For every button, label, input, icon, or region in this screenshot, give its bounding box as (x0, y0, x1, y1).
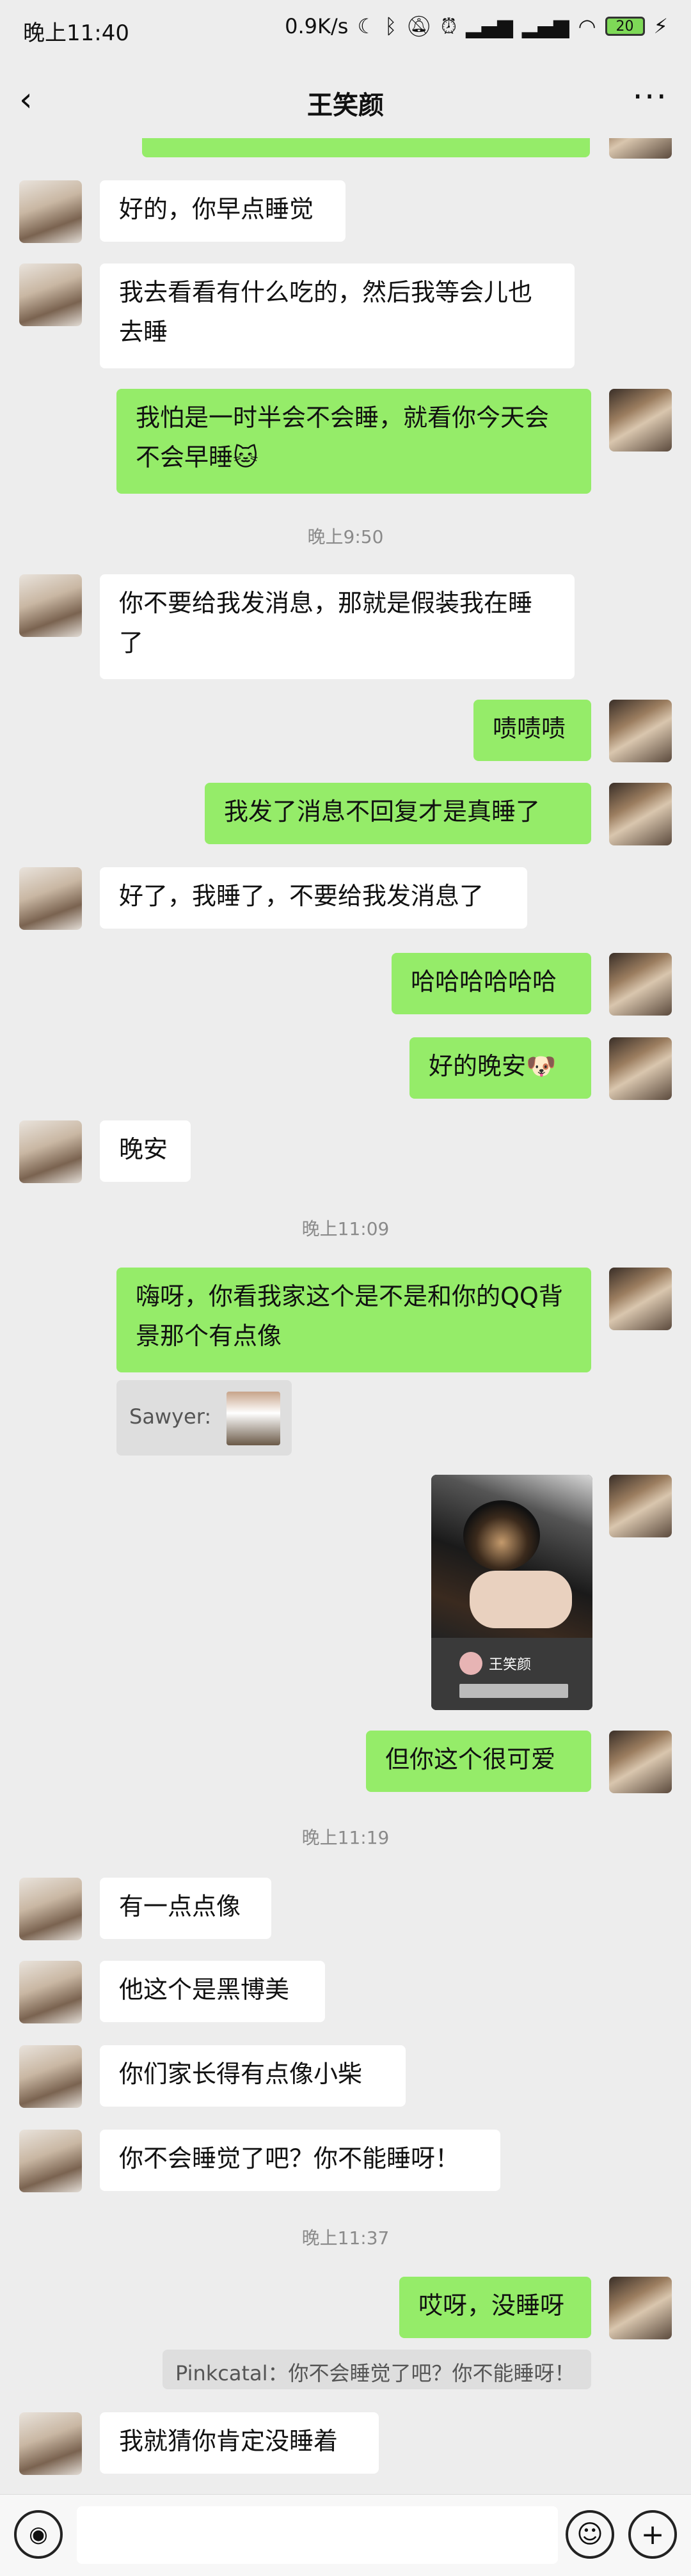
signal-icon: ▂▄▆ (521, 14, 569, 38)
message-bubble[interactable]: 好的，你早点睡觉 (100, 180, 346, 242)
message-bubble[interactable]: 嗨呀，你看我家这个是不是和你的QQ背景那个有点像 (116, 1268, 591, 1372)
avatar[interactable] (609, 700, 672, 762)
message-bubble[interactable]: 啧啧啧 (473, 700, 591, 761)
net-speed: 0.9K/s (285, 14, 349, 38)
avatar[interactable] (19, 2130, 82, 2192)
avatar[interactable] (609, 1475, 672, 1537)
message-bubble[interactable]: 晚安 (100, 1120, 191, 1182)
avatar[interactable] (19, 574, 82, 637)
bluetooth-icon: ᛒ (385, 14, 397, 38)
header-cover: ‹ 王笑颜 ··· (0, 61, 691, 138)
avatar[interactable] (609, 953, 672, 1016)
plus-icon[interactable]: + (628, 2510, 677, 2559)
caption-avatar (459, 1652, 482, 1675)
avatar[interactable] (609, 1731, 672, 1793)
avatar[interactable] (19, 263, 82, 326)
input-bar: ◉ ☺ + (0, 2494, 691, 2576)
message-bubble[interactable]: 哈哈哈哈哈哈 (392, 953, 591, 1014)
avatar[interactable] (609, 2277, 672, 2339)
timestamp: 晚上9:50 (307, 526, 384, 547)
status-bar: 晚上11:40 0.9K/s ☾ ᛒ 🔕︎ ⏰︎ ▂▄▆ ▂▄▆ ◠ 20 ⚡︎ (0, 0, 691, 61)
message-bubble[interactable]: 你不会睡觉了吧？你不能睡呀！ (100, 2130, 500, 2191)
message-bubble[interactable]: 但你这个很可爱 (366, 1731, 591, 1792)
avatar[interactable] (19, 180, 82, 243)
dog-shape (463, 1500, 540, 1571)
chat-title: 王笑颜 (307, 91, 384, 120)
message-input[interactable] (77, 2506, 558, 2564)
image-caption-area: 王笑颜 (431, 1638, 592, 1710)
avatar[interactable] (19, 1878, 82, 1940)
message-bubble[interactable]: 我发了消息不回复才是真睡了 (205, 783, 591, 844)
message-bubble[interactable]: 我就猜你肯定没睡着 (100, 2412, 379, 2474)
message-bubble[interactable]: 哎呀，没睡呀 (399, 2277, 591, 2338)
hand-shape (470, 1571, 572, 1628)
message-bubble[interactable]: 你们家长得有点像小柴 (100, 2045, 406, 2107)
timestamp: 晚上11:37 (301, 2227, 390, 2249)
message-bubble[interactable]: 他这个是黑博美 (100, 1961, 325, 2022)
quoted-text: Pinkcatal：你不会睡觉了吧？你不能睡呀！ (175, 2361, 575, 2385)
avatar[interactable] (609, 389, 672, 452)
voice-icon[interactable]: ◉ (14, 2510, 63, 2559)
avatar[interactable] (609, 1268, 672, 1330)
signal-icon: ▂▄▆ (465, 14, 513, 38)
shared-image[interactable]: 王笑颜 (431, 1475, 592, 1710)
caption-button (459, 1684, 568, 1698)
status-time: 晚上11:40 (23, 20, 129, 46)
message-bubble[interactable]: 我怕是一时半会不会睡，就看你今天会不会早睡🐱 (116, 389, 591, 494)
quoted-message[interactable]: Sawyer: (116, 1380, 292, 1456)
avatar[interactable] (19, 867, 82, 930)
timestamp: 晚上11:09 (301, 1218, 390, 1239)
message-bubble[interactable]: 好了，我睡了，不要给我发消息了 (100, 867, 527, 929)
avatar[interactable] (609, 1037, 672, 1100)
quoted-text: Sawyer: (129, 1404, 212, 1429)
more-icon[interactable]: ··· (632, 81, 668, 114)
avatar[interactable] (19, 1120, 82, 1183)
alarm-icon: ⏰︎ (440, 14, 457, 38)
charging-icon: ⚡︎ (653, 14, 668, 38)
quoted-image-thumbnail (226, 1392, 280, 1445)
mute-icon: 🔕︎ (406, 14, 432, 38)
message-bubble[interactable]: 你不要给我发消息，那就是假装我在睡了 (100, 574, 575, 679)
avatar[interactable] (19, 1961, 82, 2023)
battery-icon: 20 (605, 17, 645, 36)
avatar[interactable] (609, 783, 672, 845)
message-bubble[interactable]: 我去看看有什么吃的，然后我等会儿也去睡 (100, 263, 575, 368)
moon-icon: ☾ (357, 14, 376, 38)
quoted-message[interactable]: Pinkcatal：你不会睡觉了吧？你不能睡呀！ (163, 2350, 591, 2389)
image-caption: 王笑颜 (489, 1657, 532, 1673)
timestamp: 晚上11:19 (301, 1827, 390, 1848)
emoji-icon[interactable]: ☺ (566, 2510, 614, 2559)
avatar[interactable] (19, 2412, 82, 2475)
avatar[interactable] (19, 2045, 82, 2108)
message-bubble[interactable]: 有一点点像 (100, 1878, 271, 1939)
wifi-icon: ◠ (578, 14, 596, 38)
message-bubble[interactable]: 好的晚安🐶 (409, 1037, 591, 1099)
dog-photo (431, 1475, 592, 1638)
